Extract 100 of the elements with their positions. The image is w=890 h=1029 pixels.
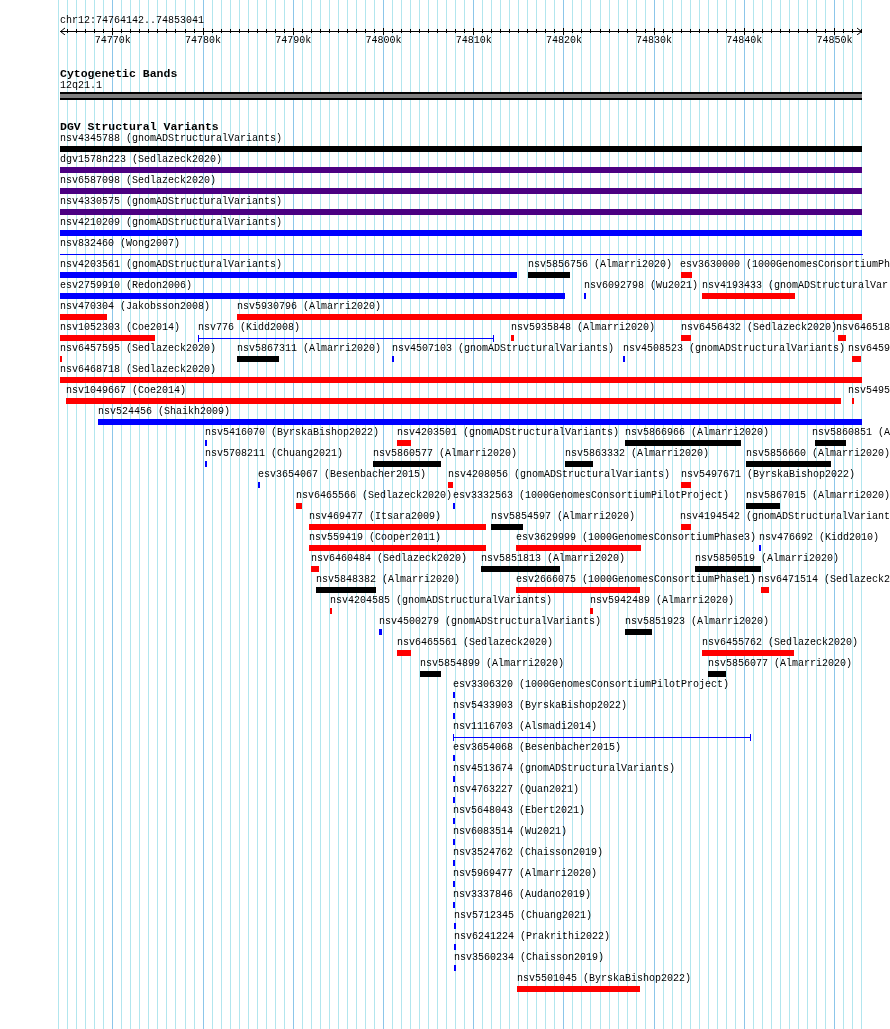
variant-bar[interactable] bbox=[852, 356, 861, 362]
variant-label: nsv6457595 (Sedlazeck2020) bbox=[60, 343, 217, 354]
variant-bar[interactable] bbox=[565, 461, 593, 467]
variant-label: nsv5851813 (Almarri2020) bbox=[481, 553, 626, 564]
tick-label: 74840k bbox=[725, 35, 764, 46]
variant-bar[interactable] bbox=[695, 566, 761, 572]
variant-label: esv2666075 (1000GenomesConsortiumPhase1) bbox=[516, 574, 757, 585]
variant-bar[interactable] bbox=[517, 986, 640, 992]
variant-label: nsv559419 (Cooper2011) bbox=[309, 532, 442, 543]
variant-label: nsv5867015 (Almarri2020) bbox=[746, 490, 890, 501]
variant-label: nsv6587098 (Sedlazeck2020) bbox=[60, 175, 217, 186]
variant-bar[interactable] bbox=[681, 524, 691, 530]
variant-bar[interactable] bbox=[681, 335, 691, 341]
tick-label: 74810k bbox=[454, 35, 493, 46]
variant-bar[interactable] bbox=[237, 356, 279, 362]
variant-bar[interactable] bbox=[838, 335, 846, 341]
variant-bar[interactable] bbox=[702, 650, 794, 656]
variant-label: nsv4500279 (gnomADStructuralVariants) bbox=[379, 616, 602, 627]
variant-label: nsv4203561 (gnomADStructuralVariants) bbox=[60, 259, 283, 270]
variant-label: nsv6460484 (Sedlazeck2020) bbox=[311, 553, 468, 564]
variant-label: nsv5495 bbox=[848, 385, 890, 396]
band-label: 12q21.1 bbox=[60, 80, 102, 91]
variant-label: nsv5708211 (Chuang2021) bbox=[205, 448, 344, 459]
variant-bar[interactable] bbox=[528, 272, 570, 278]
variant-bar[interactable] bbox=[702, 293, 795, 299]
variant-bar[interactable] bbox=[625, 440, 741, 446]
variant-bar[interactable] bbox=[420, 671, 441, 677]
variant-bar[interactable] bbox=[681, 272, 692, 278]
variant-label: nsv6456432 (Sedlazeck2020) bbox=[681, 322, 838, 333]
tick-label: 74830k bbox=[635, 35, 674, 46]
tick-label: 74850k bbox=[815, 35, 854, 46]
variant-label: nsv6468718 (Sedlazeck2020) bbox=[60, 364, 217, 375]
variant-bar[interactable] bbox=[311, 566, 319, 572]
tick-label: 74770k bbox=[93, 35, 132, 46]
variant-bar[interactable] bbox=[708, 671, 726, 677]
variant-bar[interactable] bbox=[316, 587, 376, 593]
tick-label: 74780k bbox=[184, 35, 223, 46]
variant-label: nsv5867311 (Almarri2020) bbox=[237, 343, 382, 354]
variant-bar[interactable] bbox=[237, 314, 862, 320]
variant-label: nsv3524762 (Chaisson2019) bbox=[453, 847, 604, 858]
variant-label: nsv832460 (Wong2007) bbox=[60, 238, 181, 249]
variant-bar[interactable] bbox=[60, 293, 565, 299]
variant-label: nsv4194542 (gnomADStructuralVariant bbox=[680, 511, 890, 522]
variant-bar[interactable] bbox=[491, 524, 523, 530]
variant-bar[interactable] bbox=[815, 440, 846, 446]
variant-bar[interactable] bbox=[379, 629, 382, 635]
variant-label: nsv5856660 (Almarri2020) bbox=[746, 448, 890, 459]
variant-span[interactable] bbox=[198, 335, 494, 342]
variant-label: nsv3337846 (Audano2019) bbox=[453, 889, 592, 900]
tick-label: 74800k bbox=[364, 35, 403, 46]
variant-span[interactable] bbox=[453, 734, 751, 741]
variant-label: nsv776 (Kidd2008) bbox=[198, 322, 301, 333]
variant-label: nsv4507103 (gnomADStructuralVariants) bbox=[392, 343, 615, 354]
variant-bar[interactable] bbox=[60, 188, 862, 194]
variant-bar[interactable] bbox=[60, 272, 517, 278]
tick-label: 74790k bbox=[274, 35, 313, 46]
cytoband-bar[interactable] bbox=[60, 92, 862, 100]
variant-bar[interactable] bbox=[296, 503, 302, 509]
variant-label: nsv6083514 (Wu2021) bbox=[453, 826, 568, 837]
variant-bar[interactable] bbox=[397, 650, 411, 656]
variant-label: nsv5856077 (Almarri2020) bbox=[708, 658, 853, 669]
variant-label: nsv5501045 (ByrskaBishop2022) bbox=[517, 973, 692, 984]
variant-bar[interactable] bbox=[681, 482, 691, 488]
variant-label: nsv5854899 (Almarri2020) bbox=[420, 658, 565, 669]
variant-label: nsv4203501 (gnomADStructuralVariants) bbox=[397, 427, 620, 438]
variant-bar[interactable] bbox=[516, 545, 641, 551]
variant-bar[interactable] bbox=[481, 566, 560, 572]
variant-bar[interactable] bbox=[309, 524, 486, 530]
variant-bar[interactable] bbox=[761, 587, 769, 593]
variant-bar[interactable] bbox=[60, 230, 862, 236]
variant-label: nsv524456 (Shaikh2009) bbox=[98, 406, 231, 417]
variant-bar[interactable] bbox=[625, 629, 652, 635]
variant-bar[interactable] bbox=[66, 398, 841, 404]
variant-label: nsv4193433 (gnomADStructuralVar bbox=[702, 280, 889, 291]
variant-label: nsv1052303 (Coe2014) bbox=[60, 322, 181, 333]
variant-label: nsv6241224 (Prakrithi2022) bbox=[454, 931, 611, 942]
variant-label: esv3332563 (1000GenomesConsortiumPilotProject) bbox=[453, 490, 730, 501]
variant-label: nsv5416070 (ByrskaBishop2022) bbox=[205, 427, 380, 438]
tick-label: 74820k bbox=[544, 35, 583, 46]
variant-label: nsv5942489 (Almarri2020) bbox=[590, 595, 735, 606]
variant-label: nsv6465561 (Sedlazeck2020) bbox=[397, 637, 554, 648]
variant-label: nsv6471514 (Sedlazeck2 bbox=[758, 574, 890, 585]
variant-bar[interactable] bbox=[60, 146, 862, 152]
variant-label: nsv5497671 (ByrskaBishop2022) bbox=[681, 469, 856, 480]
variant-bar[interactable] bbox=[98, 419, 862, 425]
variant-bar[interactable] bbox=[60, 167, 862, 173]
variant-bar[interactable] bbox=[309, 545, 486, 551]
variant-bar[interactable] bbox=[746, 461, 831, 467]
variant-bar[interactable] bbox=[746, 503, 780, 509]
variant-bar[interactable] bbox=[60, 335, 155, 341]
variant-bar[interactable] bbox=[60, 209, 862, 215]
variant-bar[interactable] bbox=[60, 377, 862, 383]
variant-bar[interactable] bbox=[448, 482, 453, 488]
variant-bar[interactable] bbox=[511, 335, 514, 341]
variant-bar[interactable] bbox=[516, 587, 640, 593]
variant-bar[interactable] bbox=[373, 461, 441, 467]
variant-bar[interactable] bbox=[60, 314, 107, 320]
variant-bar[interactable] bbox=[590, 608, 593, 614]
variant-label: esv2759910 (Redon2006) bbox=[60, 280, 193, 291]
variant-bar[interactable] bbox=[397, 440, 411, 446]
